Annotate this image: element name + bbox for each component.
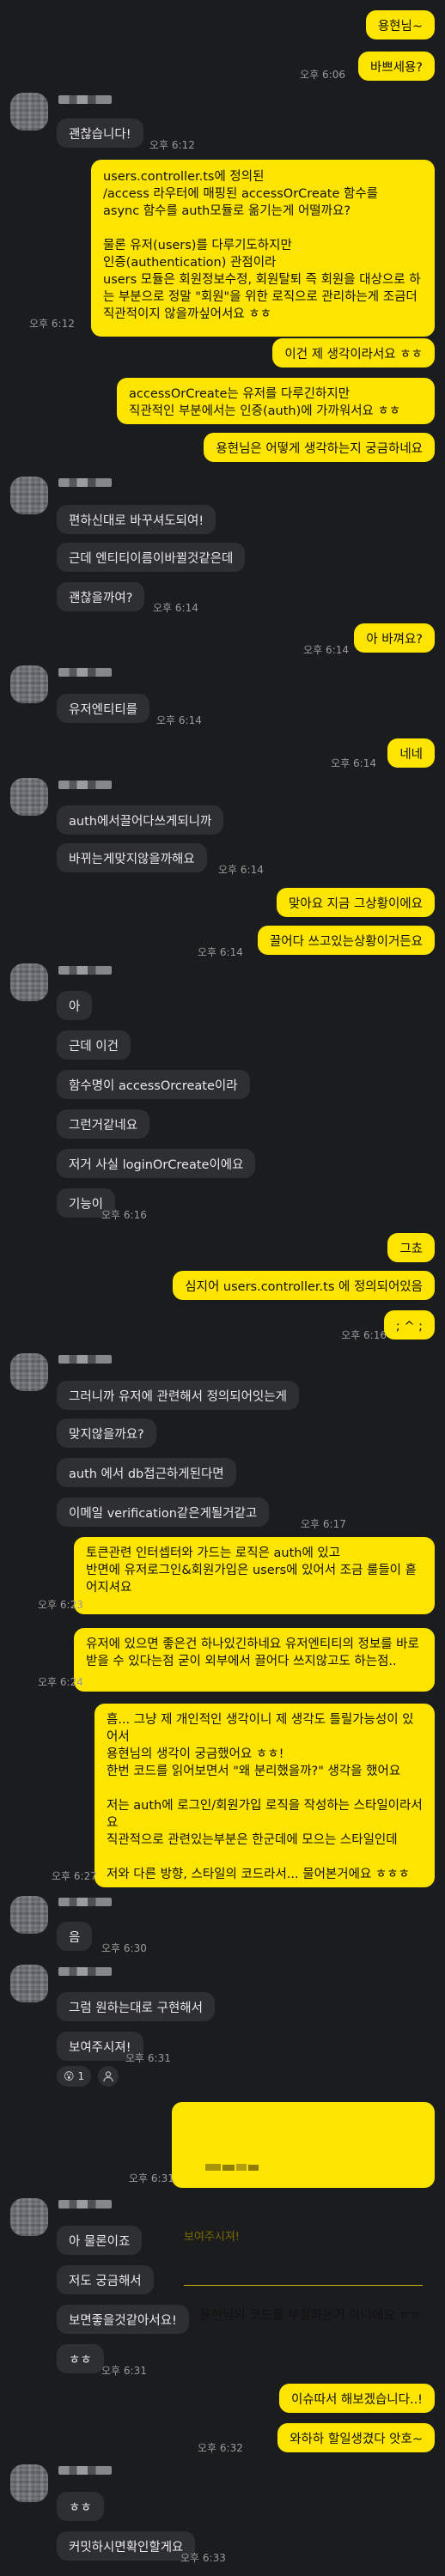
- message-bubble-them[interactable]: ㅎㅎ: [57, 2492, 104, 2521]
- avatar[interactable]: [10, 665, 48, 703]
- message-bubble-them[interactable]: 아 물론이죠: [57, 2226, 143, 2255]
- timestamp: 오후 6:32: [198, 2442, 243, 2454]
- message-bubble-me[interactable]: 맞아요 지금 그상황이에요: [277, 888, 435, 917]
- message-bubble-them[interactable]: 바뀌는게맞지않을까해요: [57, 843, 207, 872]
- message-bubble-them[interactable]: 그런거같네요: [57, 1109, 150, 1139]
- timestamp: 오후 6:33: [180, 2552, 226, 2564]
- message-bubble-me[interactable]: accessOrCreate는 유저를 다루긴하지만 직관적인 부분에서는 인증…: [117, 378, 435, 424]
- message-bubble-them[interactable]: 저거 사실 loginOrCreate이에요: [57, 1149, 256, 1178]
- message-bubble-them[interactable]: 보면좋을것같아서요!: [57, 2305, 189, 2334]
- sender-name: [58, 2200, 112, 2208]
- avatar[interactable]: [10, 1965, 48, 2002]
- avatar[interactable]: [10, 477, 48, 514]
- sender-name: [58, 95, 112, 104]
- message-bubble-me[interactable]: 심지어 users.controller.ts 에 정의되어있음: [173, 1271, 435, 1300]
- message-bubble-me[interactable]: ; ^ ;: [383, 1310, 435, 1340]
- timestamp: 오후 6:31: [125, 2052, 171, 2064]
- message-bubble-me[interactable]: 흠... 그냥 제 개인적인 생각이니 제 생각도 틀릴가능성이 있어서 용현님…: [94, 1704, 435, 1887]
- quote-text: 보여주시져!: [184, 2231, 241, 2244]
- quoted-reply-bubble[interactable]: 보여주시져! 용현님의 코드를 부정하는거 아니에요 ㅠㅠ: [172, 2102, 435, 2323]
- message-bubble-me[interactable]: users.controller.ts에 정의된 /access 라우터에 매핑…: [91, 160, 435, 337]
- timestamp: 오후 6:16: [101, 1209, 147, 1221]
- message-bubble-them[interactable]: 편하신대로 바꾸셔도되여!: [57, 505, 216, 534]
- reaction-badge[interactable]: 😮 1: [57, 2066, 92, 2087]
- message-bubble-them[interactable]: ㅎㅎ: [57, 2344, 104, 2373]
- message-bubble-them[interactable]: 함수명이 accessOrcreate이라: [57, 1070, 250, 1099]
- sender-name: [58, 2466, 112, 2475]
- timestamp: 오후 6:12: [29, 318, 75, 330]
- timestamp: 오후 6:30: [101, 1942, 147, 1954]
- timestamp: 오후 6:14: [331, 757, 376, 769]
- message-bubble-them[interactable]: 근데 엔티티이름이바뀔것같은데: [57, 543, 246, 572]
- timestamp: 오후 6:12: [149, 139, 195, 151]
- message-bubble-me[interactable]: 용현님은 어떻게 생각하는지 궁금하네요: [204, 433, 435, 462]
- message-bubble-them[interactable]: 괜찮습니다!: [57, 118, 143, 148]
- message-bubble-them[interactable]: 커밋하시면확인할게요: [57, 2531, 196, 2561]
- message-bubble-them[interactable]: 유저엔티티를: [57, 694, 150, 723]
- sender-name: [58, 781, 112, 789]
- person-add-icon[interactable]: [98, 2066, 119, 2087]
- message-bubble-me[interactable]: 아 바껴요?: [354, 623, 435, 653]
- message-bubble-them[interactable]: 음: [57, 1922, 93, 1951]
- message-bubble-them[interactable]: 근데 이건: [57, 1030, 131, 1060]
- message-bubble-me[interactable]: 끌어다 쓰고있는상황이거든요: [257, 926, 435, 955]
- reaction-count: 1: [77, 2070, 85, 2082]
- timestamp: 오후 6:31: [129, 2172, 174, 2184]
- message-bubble-me[interactable]: 토큰관련 인터셉터와 가드는 로직은 auth에 있고 반면에 유저로그인&회원…: [74, 1537, 435, 1614]
- avatar[interactable]: [10, 2198, 48, 2236]
- avatar[interactable]: [10, 93, 48, 131]
- message-bubble-them[interactable]: 저도 궁금해서: [57, 2265, 154, 2294]
- message-bubble-them[interactable]: 이메일 verification같은게될거같고: [57, 1498, 270, 1527]
- message-bubble-them[interactable]: 맞지않을까요?: [57, 1419, 156, 1448]
- message-bubble-them[interactable]: auth에서끌어다쓰게되니까: [57, 805, 224, 835]
- message-bubble-me[interactable]: 이건 제 생각이라서요 ㅎㅎ: [272, 338, 435, 368]
- timestamp: 오후 6:17: [301, 1518, 346, 1530]
- message-bubble-me[interactable]: 네네: [387, 738, 435, 768]
- sender-name: [58, 1967, 112, 1976]
- sender-name: [58, 1355, 112, 1364]
- timestamp: 오후 6:23: [38, 1599, 83, 1611]
- sender-name: [58, 966, 112, 975]
- timestamp: 오후 6:16: [341, 1329, 387, 1341]
- message-bubble-me[interactable]: 바쁘세용?: [357, 52, 435, 81]
- timestamp: 오후 6:14: [198, 946, 243, 958]
- message-bubble-them[interactable]: 그럼 원하는대로 구현해서: [57, 1992, 215, 2021]
- avatar[interactable]: [10, 963, 48, 1001]
- timestamp: 오후 6:14: [153, 602, 198, 614]
- surprised-face-icon: 😮: [64, 2070, 75, 2082]
- timestamp: 오후 6:27: [52, 1870, 97, 1882]
- timestamp: 오후 6:31: [101, 2365, 147, 2377]
- message-bubble-me[interactable]: 와하하 할일생겼다 앗호~: [277, 2423, 435, 2452]
- message-bubble-them[interactable]: 괜찮을까여?: [57, 582, 145, 611]
- message-bubble-me[interactable]: 이슈따서 해보겠습니다..!: [278, 2384, 435, 2413]
- timestamp: 오후 6:06: [300, 69, 345, 81]
- sender-name: [58, 1898, 112, 1906]
- avatar[interactable]: [10, 778, 48, 816]
- timestamp: 오후 6:14: [218, 864, 264, 876]
- avatar[interactable]: [10, 2464, 48, 2502]
- quote-divider: [184, 2285, 423, 2286]
- quote-sender: [184, 2143, 423, 2195]
- timestamp: 오후 6:24: [38, 1676, 83, 1688]
- message-bubble-them[interactable]: 그러니까 유저에 관련해서 정의되어잇는게: [57, 1381, 299, 1410]
- chat-window: 용현님~ 오후 6:06 바쁘세용? 괜찮습니다! 오후 6:12 users.…: [0, 0, 445, 2576]
- message-bubble-me[interactable]: 그쵸: [387, 1233, 435, 1262]
- sender-name: [58, 668, 112, 677]
- message-bubble-them[interactable]: auth 에서 db접근하게된다면: [57, 1458, 236, 1487]
- avatar[interactable]: [10, 1896, 48, 1934]
- sender-name: [58, 478, 112, 487]
- reply-text: 용현님의 코드를 부정하는거 아니에요 ㅠㅠ: [199, 2309, 422, 2323]
- timestamp: 오후 6:14: [303, 644, 349, 656]
- message-bubble-me[interactable]: 유저에 있으면 좋은건 하나있긴하네요 유저엔티티의 정보를 바로 받을 수 있…: [74, 1628, 435, 1692]
- message-bubble-me[interactable]: 용현님~: [365, 10, 435, 39]
- timestamp: 오후 6:14: [156, 714, 202, 726]
- message-bubble-them[interactable]: 아: [57, 991, 93, 1020]
- avatar[interactable]: [10, 1353, 48, 1391]
